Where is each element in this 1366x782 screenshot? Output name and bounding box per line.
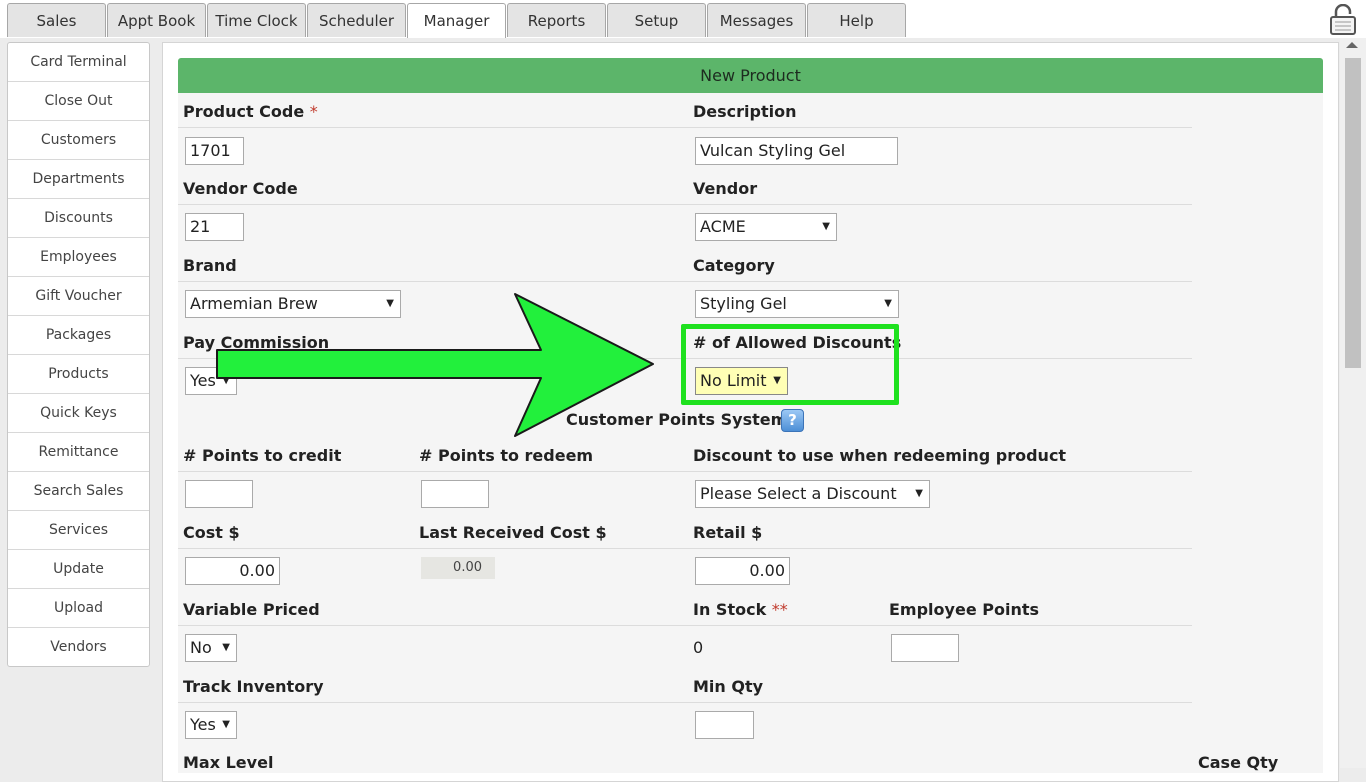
vendor-label: Vendor [693, 179, 758, 198]
tab-time-clock[interactable]: Time Clock [207, 3, 306, 37]
redeem-discount-label: Discount to use when redeeming product [693, 446, 1067, 465]
highlight-box [681, 324, 899, 405]
sidebar-item-vendors[interactable]: Vendors [8, 628, 149, 667]
sidebar-item-search-sales[interactable]: Search Sales [8, 472, 149, 511]
tab-scheduler[interactable]: Scheduler [307, 3, 406, 37]
tab-messages[interactable]: Messages [707, 3, 806, 37]
divider [178, 548, 1192, 549]
chevron-down-icon: ▼ [222, 719, 230, 730]
sidebar-item-remittance[interactable]: Remittance [8, 433, 149, 472]
retail-label: Retail $ [693, 523, 763, 542]
scroll-up-icon[interactable] [1346, 42, 1358, 48]
tab-appt-book[interactable]: Appt Book [107, 3, 206, 37]
in-stock-value: 0 [693, 638, 704, 657]
divider [178, 625, 1192, 626]
in-stock-label: In Stock ** [693, 600, 788, 619]
product-code-label: Product Code * [183, 102, 318, 121]
max-level-label: Max Level [183, 753, 274, 772]
sidebar-item-gift-voucher[interactable]: Gift Voucher [8, 277, 149, 316]
track-inventory-label: Track Inventory [183, 677, 324, 696]
employee-points-label: Employee Points [889, 600, 1039, 619]
variable-priced-select[interactable]: No ▼ [185, 634, 237, 662]
chevron-down-icon: ▼ [822, 221, 830, 232]
category-select[interactable]: Styling Gel ▼ [695, 290, 899, 318]
help-icon[interactable]: ? [781, 409, 804, 432]
sidebar-item-employees[interactable]: Employees [8, 238, 149, 277]
sidebar-item-packages[interactable]: Packages [8, 316, 149, 355]
divider [178, 204, 1192, 205]
divider [178, 281, 1192, 282]
chevron-down-icon: ▼ [884, 298, 892, 309]
vendor-code-input[interactable]: 21 [185, 213, 244, 241]
description-label: Description [693, 102, 797, 121]
min-qty-input[interactable] [695, 711, 754, 739]
product-code-input[interactable]: 1701 [185, 137, 244, 165]
chevron-down-icon: ▼ [915, 488, 923, 499]
sidebar-item-close-out[interactable]: Close Out [8, 82, 149, 121]
retail-input[interactable]: 0.00 [695, 557, 790, 585]
last-received-cost-label: Last Received Cost $ [419, 523, 607, 542]
chevron-down-icon: ▼ [222, 642, 230, 653]
points-credit-input[interactable] [185, 480, 253, 508]
sidebar-item-services[interactable]: Services [8, 511, 149, 550]
points-credit-label: # Points to credit [183, 446, 342, 465]
sidebar-item-upload[interactable]: Upload [8, 589, 149, 628]
sidebar: Card Terminal Close Out Customers Depart… [7, 42, 150, 667]
category-label: Category [693, 256, 775, 275]
tab-manager[interactable]: Manager [407, 3, 506, 38]
min-qty-label: Min Qty [693, 677, 764, 696]
description-input[interactable]: Vulcan Styling Gel [695, 137, 898, 165]
sidebar-item-card-terminal[interactable]: Card Terminal [8, 43, 149, 82]
top-nav: Sales Appt Book Time Clock Scheduler Man… [0, 0, 1366, 38]
divider [178, 702, 1192, 703]
vendor-code-label: Vendor Code [183, 179, 298, 198]
points-redeem-input[interactable] [421, 480, 489, 508]
employee-points-input[interactable] [891, 634, 959, 662]
panel-title: New Product [178, 58, 1323, 93]
sidebar-item-quick-keys[interactable]: Quick Keys [8, 394, 149, 433]
brand-label: Brand [183, 256, 237, 275]
scroll-thumb[interactable] [1345, 58, 1361, 368]
tab-sales[interactable]: Sales [7, 3, 106, 37]
tab-setup[interactable]: Setup [607, 3, 706, 37]
sidebar-item-departments[interactable]: Departments [8, 160, 149, 199]
cost-input[interactable]: 0.00 [185, 557, 280, 585]
customer-points-heading: Customer Points System [566, 410, 788, 429]
tab-reports[interactable]: Reports [507, 3, 606, 37]
tab-help[interactable]: Help [807, 3, 906, 37]
sidebar-item-discounts[interactable]: Discounts [8, 199, 149, 238]
lock-icon[interactable] [1328, 4, 1358, 36]
track-inventory-select[interactable]: Yes ▼ [185, 711, 237, 739]
redeem-discount-select[interactable]: Please Select a Discount ▼ [695, 480, 930, 508]
sidebar-item-update[interactable]: Update [8, 550, 149, 589]
vendor-select[interactable]: ACME ▼ [695, 213, 837, 241]
divider [178, 471, 1192, 472]
sidebar-item-products[interactable]: Products [8, 355, 149, 394]
last-received-cost-value: 0.00 [421, 557, 495, 579]
points-redeem-label: # Points to redeem [419, 446, 594, 465]
variable-priced-label: Variable Priced [183, 600, 320, 619]
sidebar-item-customers[interactable]: Customers [8, 121, 149, 160]
divider [178, 127, 1192, 128]
case-qty-label: Case Qty [1198, 753, 1279, 772]
cost-label: Cost $ [183, 523, 240, 542]
